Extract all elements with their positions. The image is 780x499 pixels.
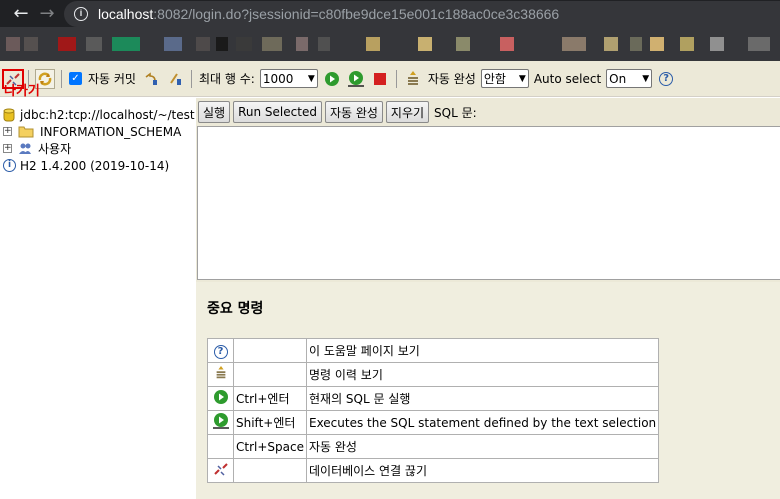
address-bar[interactable]: i localhost:8082/login.do?jsessionid=c80… <box>64 0 780 27</box>
browser-top-bar: ← → i localhost:8082/login.do?jsessionid… <box>0 0 780 27</box>
auto-complete-button[interactable]: 자동 완성 <box>324 101 383 123</box>
table-row: 명령 이력 보기 <box>207 362 660 387</box>
disconnect-icon <box>213 463 228 476</box>
run-button[interactable] <box>322 69 342 89</box>
history-icon <box>407 70 418 85</box>
help-icon: ? <box>659 71 674 86</box>
table-row: Ctrl+Space 자동 완성 <box>207 434 660 459</box>
toolbar-separator <box>190 69 192 88</box>
database-icon <box>3 108 15 121</box>
run-icon <box>324 71 339 86</box>
run-selected-button[interactable] <box>346 69 366 89</box>
autocomplete-select[interactable]: 안함 ▼ <box>480 69 529 88</box>
run-selected-sql-button[interactable]: Run Selected <box>233 101 322 123</box>
users-label: 사용자 <box>38 142 72 156</box>
rollback-icon <box>145 71 157 85</box>
stop-button[interactable] <box>370 69 390 89</box>
folder-icon <box>18 126 34 138</box>
rollback-button[interactable] <box>141 69 161 89</box>
toolbar-separator <box>61 69 62 88</box>
help-button[interactable]: ? <box>656 69 676 89</box>
chevron-down-icon: ▼ <box>307 73 315 84</box>
table-row: ? 이 도움말 페이지 보기 <box>207 338 660 363</box>
sql-editor[interactable] <box>197 126 780 280</box>
autocommit-label: 자동 커밋 <box>88 72 136 86</box>
table-row: Ctrl+엔터 현재의 SQL 문 실행 <box>207 386 660 411</box>
back-arrow-icon[interactable]: ← <box>8 3 34 24</box>
sql-button-bar: 실행 Run Selected 자동 완성 지우기 SQL 문: <box>196 98 780 126</box>
max-rows-select[interactable]: 1000 ▼ <box>259 69 318 88</box>
information-schema-label: INFORMATION_SCHEMA <box>40 124 182 139</box>
run-selected-icon <box>347 70 364 87</box>
bookmarks-bar <box>0 27 780 61</box>
forward-arrow-icon[interactable]: → <box>34 3 60 24</box>
chevron-down-icon: ▼ <box>642 73 650 84</box>
disconnect-label: 나가기 <box>4 84 40 99</box>
autocomplete-label: 자동 완성 <box>427 72 476 86</box>
tree-item-information-schema[interactable]: + INFORMATION_SCHEMA <box>0 123 196 140</box>
table-row: 데이터베이스 연결 끊기 <box>207 458 660 483</box>
info-icon[interactable]: i <box>74 6 88 21</box>
tree-item-users[interactable]: + 사용자 <box>0 140 196 157</box>
stop-icon <box>373 72 386 85</box>
toolbar-separator <box>395 69 397 88</box>
users-icon <box>19 143 31 154</box>
expand-icon[interactable]: + <box>3 144 12 153</box>
commit-icon <box>170 72 181 85</box>
tree-item-connection[interactable]: jdbc:h2:tcp://localhost/~/test <box>0 106 196 123</box>
max-rows-label: 최대 행 수: <box>198 72 255 86</box>
info-icon: i <box>3 159 16 172</box>
tree-item-version: i H2 1.4.200 (2019-10-14) <box>0 157 196 174</box>
autocommit-checkbox[interactable]: ✓ <box>69 72 82 85</box>
help-table: ? 이 도움말 페이지 보기 명령 이력 보기 Ctrl+엔터 현재의 SQL … <box>207 338 660 483</box>
commit-button[interactable] <box>165 69 185 89</box>
url-text[interactable]: localhost:8082/login.do?jsessionid=c80fb… <box>98 6 559 22</box>
clear-button[interactable]: 지우기 <box>385 101 430 123</box>
query-panel: 실행 Run Selected 자동 완성 지우기 SQL 문: 중요 명령 ?… <box>196 98 780 499</box>
schema-tree: jdbc:h2:tcp://localhost/~/test + INFORMA… <box>0 98 196 499</box>
run-selected-icon <box>212 413 229 429</box>
history-button[interactable] <box>403 69 423 89</box>
h2-toolbar: 나가기 ✓ 자동 커밋 최대 행 수: 1000 ▼ 자동 완성 안함 ▼ Au… <box>0 61 780 99</box>
run-icon <box>213 390 228 404</box>
help-icon: ? <box>213 344 228 359</box>
help-panel: 중요 명령 ? 이 도움말 페이지 보기 명령 이력 보기 Ctrl+엔터 현재… <box>196 282 780 499</box>
help-title: 중요 명령 <box>207 301 264 317</box>
autoselect-select[interactable]: On ▼ <box>606 69 653 88</box>
expand-icon[interactable]: + <box>3 127 12 136</box>
connection-label: jdbc:h2:tcp://localhost/~/test <box>20 107 195 122</box>
sql-label: SQL 문: <box>434 105 477 120</box>
history-icon <box>216 366 225 379</box>
version-label: H2 1.4.200 (2019-10-14) <box>20 158 170 173</box>
run-sql-button[interactable]: 실행 <box>198 101 231 123</box>
autoselect-label: Auto select <box>533 71 602 86</box>
table-row: Shift+엔터 Executes the SQL statement defi… <box>207 410 660 435</box>
chevron-down-icon: ▼ <box>518 73 526 84</box>
